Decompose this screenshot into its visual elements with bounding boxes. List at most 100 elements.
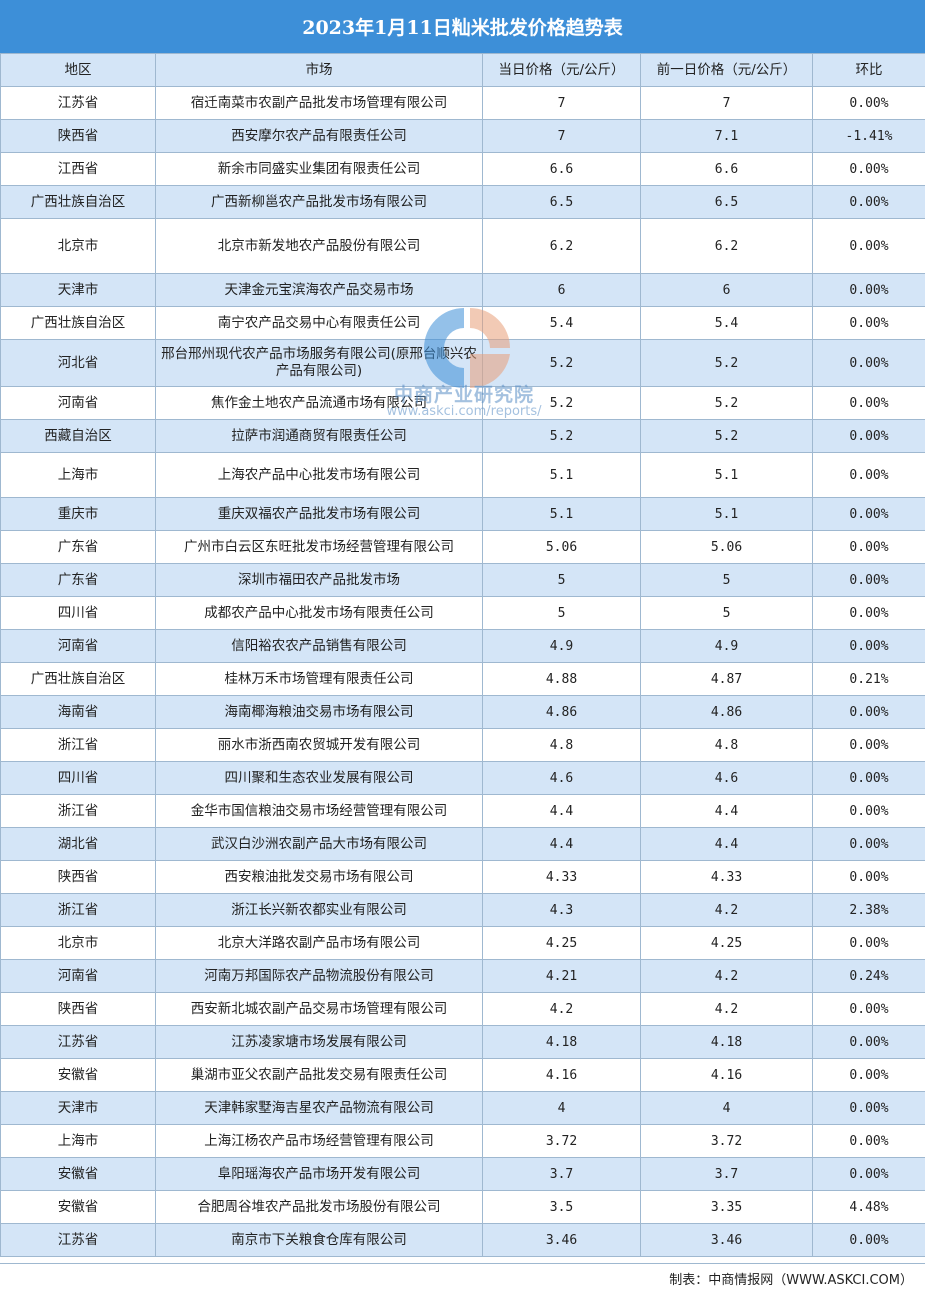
cell-region: 上海市 bbox=[0, 1124, 156, 1158]
cell-prev-price: 4.86 bbox=[640, 695, 813, 729]
table-row: 广西壮族自治区 桂林万禾市场管理有限责任公司 4.88 4.87 0.21% bbox=[0, 662, 925, 696]
cell-today-price: 4.25 bbox=[482, 926, 641, 960]
table-row: 浙江省 丽水市浙西南农贸城开发有限公司 4.8 4.8 0.00% bbox=[0, 728, 925, 762]
header-row: 地区 市场 当日价格（元/公斤） 前一日价格（元/公斤） 环比 bbox=[0, 53, 925, 87]
column-header-prev-price: 前一日价格（元/公斤） bbox=[640, 53, 813, 87]
cell-market: 宿迁南菜市农副产品批发市场管理有限公司 bbox=[155, 86, 483, 120]
cell-market: 江苏凌家塘市场发展有限公司 bbox=[155, 1025, 483, 1059]
table-row: 陕西省 西安新北城农副产品交易市场管理有限公司 4.2 4.2 0.00% bbox=[0, 992, 925, 1026]
table-row: 重庆市 重庆双福农产品批发市场有限公司 5.1 5.1 0.00% bbox=[0, 497, 925, 531]
cell-prev-price: 4.2 bbox=[640, 992, 813, 1026]
cell-prev-price: 7.1 bbox=[640, 119, 813, 153]
cell-market: 丽水市浙西南农贸城开发有限公司 bbox=[155, 728, 483, 762]
cell-change: 0.00% bbox=[812, 860, 925, 894]
cell-change: 0.00% bbox=[812, 185, 925, 219]
table-row: 河南省 河南万邦国际农产品物流股份有限公司 4.21 4.2 0.24% bbox=[0, 959, 925, 993]
cell-today-price: 6.6 bbox=[482, 152, 641, 186]
cell-region: 湖北省 bbox=[0, 827, 156, 861]
cell-today-price: 3.5 bbox=[482, 1190, 641, 1224]
cell-today-price: 7 bbox=[482, 86, 641, 120]
cell-prev-price: 4.6 bbox=[640, 761, 813, 795]
table-row: 江西省 新余市同盛实业集团有限责任公司 6.6 6.6 0.00% bbox=[0, 152, 925, 186]
cell-market: 广西新柳邕农产品批发市场有限公司 bbox=[155, 185, 483, 219]
cell-change: 0.00% bbox=[812, 1091, 925, 1125]
table-row: 广东省 深圳市福田农产品批发市场 5 5 0.00% bbox=[0, 563, 925, 597]
cell-region: 浙江省 bbox=[0, 893, 156, 927]
cell-market: 拉萨市润通商贸有限责任公司 bbox=[155, 419, 483, 453]
cell-change: 0.00% bbox=[812, 1025, 925, 1059]
column-header-market: 市场 bbox=[155, 53, 483, 87]
cell-change: 0.00% bbox=[812, 1157, 925, 1191]
cell-change: 0.00% bbox=[812, 86, 925, 120]
cell-today-price: 5.06 bbox=[482, 530, 641, 564]
cell-change: 0.00% bbox=[812, 695, 925, 729]
cell-today-price: 4.3 bbox=[482, 893, 641, 927]
cell-prev-price: 4.16 bbox=[640, 1058, 813, 1092]
cell-market: 北京大洋路农副产品市场有限公司 bbox=[155, 926, 483, 960]
cell-market: 邢台邢州现代农产品市场服务有限公司(原邢台顺兴农产品有限公司) bbox=[155, 339, 483, 387]
table-row: 江苏省 南京市下关粮食仓库有限公司 3.46 3.46 0.00% bbox=[0, 1223, 925, 1257]
cell-region: 四川省 bbox=[0, 596, 156, 630]
cell-prev-price: 6.5 bbox=[640, 185, 813, 219]
cell-region: 广东省 bbox=[0, 563, 156, 597]
cell-prev-price: 4.18 bbox=[640, 1025, 813, 1059]
cell-market: 新余市同盛实业集团有限责任公司 bbox=[155, 152, 483, 186]
cell-market: 武汉白沙洲农副产品大市场有限公司 bbox=[155, 827, 483, 861]
cell-today-price: 4.4 bbox=[482, 827, 641, 861]
cell-today-price: 5 bbox=[482, 563, 641, 597]
cell-today-price: 4.86 bbox=[482, 695, 641, 729]
cell-market: 重庆双福农产品批发市场有限公司 bbox=[155, 497, 483, 531]
table-row: 陕西省 西安摩尔农产品有限责任公司 7 7.1 -1.41% bbox=[0, 119, 925, 153]
cell-prev-price: 4.2 bbox=[640, 959, 813, 993]
cell-change: 0.00% bbox=[812, 1058, 925, 1092]
cell-change: 0.00% bbox=[812, 452, 925, 498]
cell-today-price: 5.4 bbox=[482, 306, 641, 340]
column-header-change: 环比 bbox=[812, 53, 925, 87]
cell-change: 0.00% bbox=[812, 596, 925, 630]
cell-region: 海南省 bbox=[0, 695, 156, 729]
cell-region: 西藏自治区 bbox=[0, 419, 156, 453]
cell-market: 焦作金土地农产品流通市场有限公司 bbox=[155, 386, 483, 420]
cell-prev-price: 3.46 bbox=[640, 1223, 813, 1257]
table-row: 安徽省 合肥周谷堆农产品批发市场股份有限公司 3.5 3.35 4.48% bbox=[0, 1190, 925, 1224]
cell-prev-price: 4.9 bbox=[640, 629, 813, 663]
table-row: 广东省 广州市白云区东旺批发市场经营管理有限公司 5.06 5.06 0.00% bbox=[0, 530, 925, 564]
cell-region: 河北省 bbox=[0, 339, 156, 387]
table-title: 2023年1月11日籼米批发价格趋势表 bbox=[0, 0, 925, 53]
column-header-region: 地区 bbox=[0, 53, 156, 87]
cell-prev-price: 4.33 bbox=[640, 860, 813, 894]
table-row: 广西壮族自治区 南宁农产品交易中心有限责任公司 5.4 5.4 0.00% bbox=[0, 306, 925, 340]
cell-prev-price: 5.2 bbox=[640, 386, 813, 420]
cell-market: 上海江杨农产品市场经营管理有限公司 bbox=[155, 1124, 483, 1158]
cell-market: 四川聚和生态农业发展有限公司 bbox=[155, 761, 483, 795]
table-row: 安徽省 巢湖市亚父农副产品批发交易有限责任公司 4.16 4.16 0.00% bbox=[0, 1058, 925, 1092]
cell-change: 0.00% bbox=[812, 1124, 925, 1158]
cell-region: 安徽省 bbox=[0, 1157, 156, 1191]
cell-prev-price: 4.25 bbox=[640, 926, 813, 960]
cell-region: 江苏省 bbox=[0, 86, 156, 120]
cell-change: 0.00% bbox=[812, 794, 925, 828]
cell-region: 河南省 bbox=[0, 959, 156, 993]
cell-market: 信阳裕农农产品销售有限公司 bbox=[155, 629, 483, 663]
table-row: 上海市 上海江杨农产品市场经营管理有限公司 3.72 3.72 0.00% bbox=[0, 1124, 925, 1158]
footer-source: 制表：中商情报网（WWW.ASKCI.COM） bbox=[0, 1263, 925, 1293]
cell-today-price: 4.9 bbox=[482, 629, 641, 663]
cell-market: 成都农产品中心批发市场有限责任公司 bbox=[155, 596, 483, 630]
cell-region: 天津市 bbox=[0, 273, 156, 307]
cell-market: 阜阳瑶海农产品市场开发有限公司 bbox=[155, 1157, 483, 1191]
cell-today-price: 3.72 bbox=[482, 1124, 641, 1158]
table-row: 广西壮族自治区 广西新柳邕农产品批发市场有限公司 6.5 6.5 0.00% bbox=[0, 185, 925, 219]
cell-today-price: 4.33 bbox=[482, 860, 641, 894]
cell-market: 桂林万禾市场管理有限责任公司 bbox=[155, 662, 483, 696]
cell-change: 0.00% bbox=[812, 629, 925, 663]
cell-region: 广东省 bbox=[0, 530, 156, 564]
cell-region: 广西壮族自治区 bbox=[0, 306, 156, 340]
cell-region: 北京市 bbox=[0, 926, 156, 960]
table-row: 安徽省 阜阳瑶海农产品市场开发有限公司 3.7 3.7 0.00% bbox=[0, 1157, 925, 1191]
cell-change: 0.00% bbox=[812, 563, 925, 597]
cell-prev-price: 4.4 bbox=[640, 794, 813, 828]
cell-market: 南宁农产品交易中心有限责任公司 bbox=[155, 306, 483, 340]
cell-prev-price: 5.06 bbox=[640, 530, 813, 564]
cell-region: 陕西省 bbox=[0, 992, 156, 1026]
cell-region: 安徽省 bbox=[0, 1058, 156, 1092]
